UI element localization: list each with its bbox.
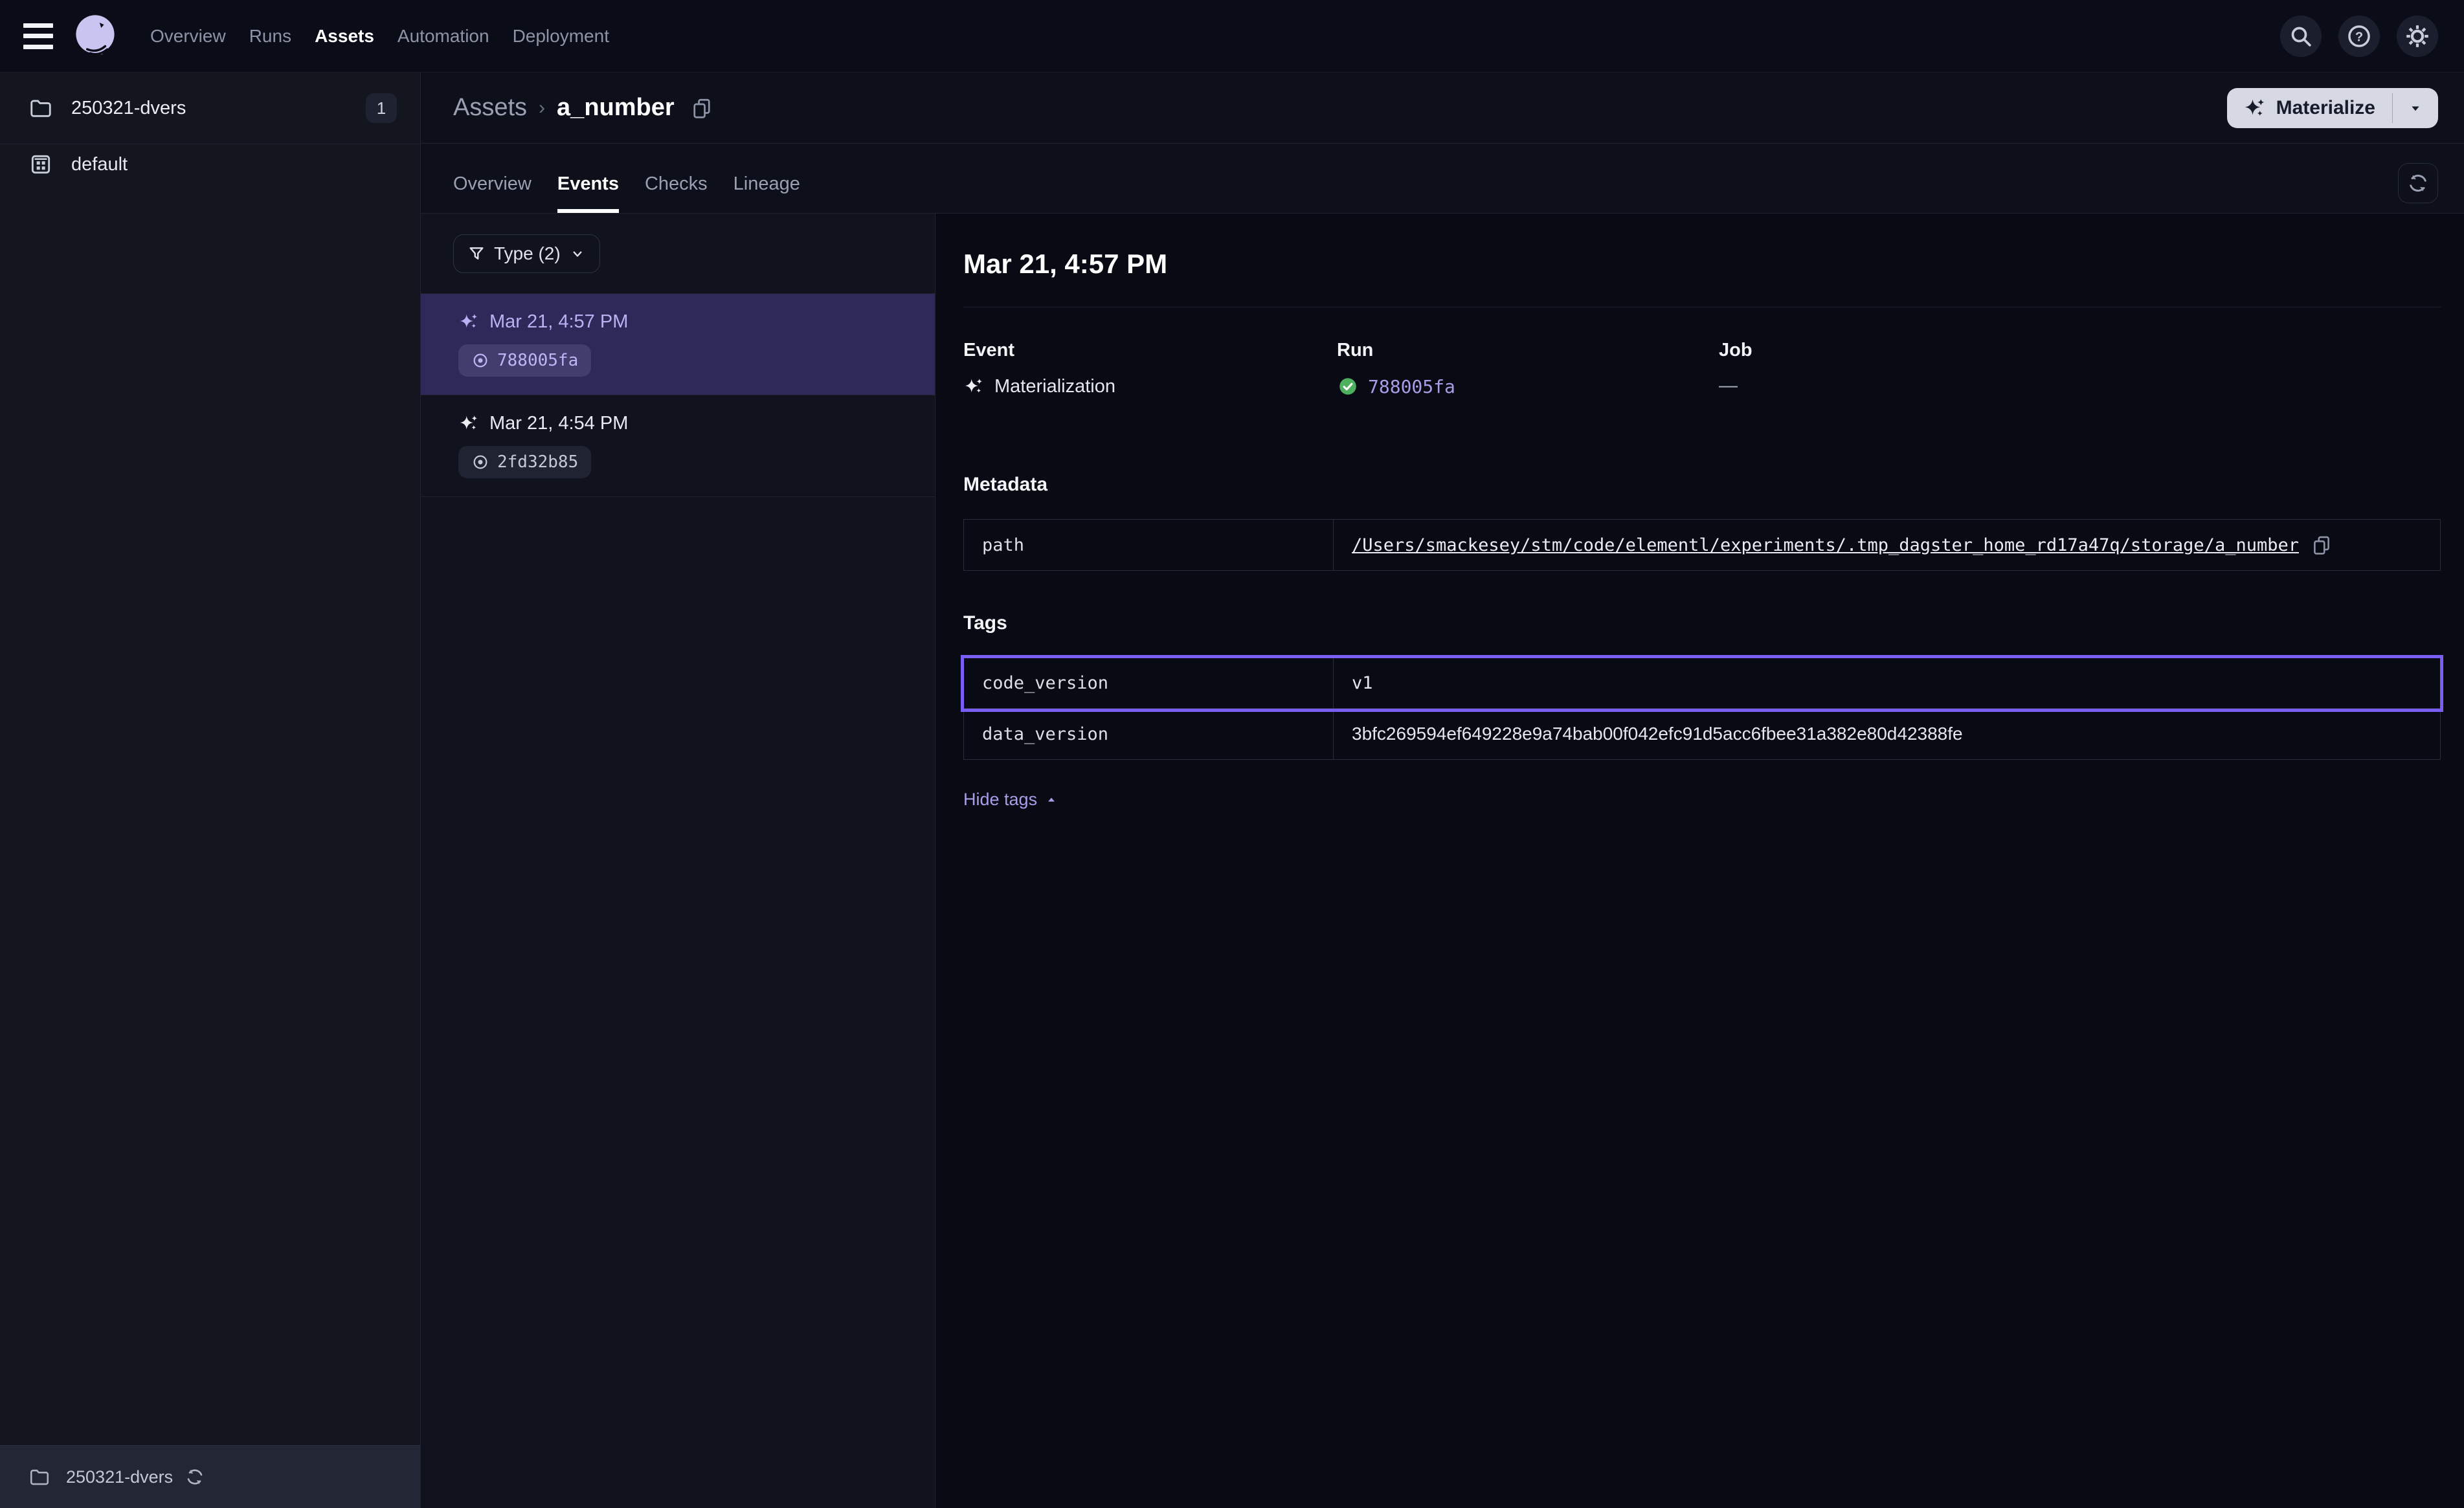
tab-events[interactable]: Events [557, 173, 619, 213]
refresh-button[interactable] [2398, 163, 2438, 203]
event-time-row: Mar 21, 4:57 PM [458, 311, 935, 333]
sync-icon[interactable] [185, 1467, 205, 1487]
asset-group-icon [28, 152, 53, 177]
triangle-up-icon [1044, 792, 1059, 808]
nav-item-assets[interactable]: Assets [315, 26, 374, 47]
dagster-logo-icon[interactable] [71, 12, 119, 60]
tag-value: v1 [1352, 673, 1373, 693]
folder-icon [28, 96, 53, 120]
breadcrumb-assets-link[interactable]: Assets [453, 94, 527, 122]
event-type-value: Materialization [994, 376, 1115, 397]
asset-tabs: Overview Events Checks Lineage [421, 144, 2464, 214]
materialization-sparkle-icon [963, 375, 985, 397]
materialization-sparkle-icon [458, 311, 480, 333]
nav-item-overview[interactable]: Overview [150, 26, 226, 47]
hide-tags-link[interactable]: Hide tags [963, 790, 1059, 810]
breadcrumb: Assets › a_number [453, 94, 713, 122]
settings-button[interactable] [2397, 16, 2438, 57]
job-value: — [1719, 375, 1738, 397]
sidebar-footer: 250321-dvers [0, 1445, 420, 1508]
tab-lineage[interactable]: Lineage [734, 173, 800, 213]
materialize-dropdown-button[interactable] [2393, 88, 2438, 128]
materialize-sparkle-icon [2244, 96, 2267, 120]
chevron-down-icon [568, 245, 587, 263]
top-nav-actions: ? [2280, 16, 2438, 57]
svg-text:?: ? [2355, 30, 2363, 44]
metadata-heading: Metadata [963, 474, 2441, 496]
page-title: a_number [557, 94, 675, 122]
top-nav: Overview Runs Assets Automation Deployme… [0, 0, 2464, 72]
asset-group-label: default [71, 154, 128, 175]
page-header: Assets › a_number Materialize [421, 72, 2464, 144]
tag-key: code_version [964, 658, 1334, 708]
copy-asset-name-button[interactable] [690, 96, 713, 120]
materialize-label: Materialize [2276, 97, 2375, 119]
tag-value: 3bfc269594ef649228e9a74bab00f042efc91d5a… [1352, 724, 1963, 744]
sidebar-item-code-location[interactable]: 250321-dvers 1 [0, 72, 420, 144]
materialization-sparkle-icon [458, 412, 480, 434]
type-filter-label: Type (2) [494, 243, 561, 264]
nav-item-automation[interactable]: Automation [398, 26, 489, 47]
copy-path-button[interactable] [2311, 534, 2333, 556]
run-column-label: Run [1337, 340, 1719, 361]
events-list-panel: Type (2) Mar 21, 4:57 PM [421, 214, 935, 1508]
help-button[interactable]: ? [2338, 16, 2380, 57]
breadcrumb-separator: › [539, 97, 545, 119]
type-filter-button[interactable]: Type (2) [453, 234, 600, 273]
table-row: path /Users/smackesey/stm/code/elementl/… [964, 520, 2440, 570]
hamburger-menu-icon[interactable] [23, 23, 53, 49]
event-list-item[interactable]: Mar 21, 4:54 PM 2fd32b85 [421, 395, 935, 497]
materialize-button[interactable]: Materialize [2227, 88, 2392, 128]
gear-icon [2404, 23, 2431, 50]
event-column-label: Event [963, 340, 1337, 361]
event-timestamp: Mar 21, 4:57 PM [489, 311, 628, 333]
caret-down-icon [2406, 98, 2425, 118]
metadata-path-link[interactable]: /Users/smackesey/stm/code/elementl/exper… [1352, 535, 2299, 555]
sidebar: 250321-dvers 1 default 250321-dvers [0, 72, 421, 1508]
search-icon [2288, 23, 2314, 49]
event-time-row: Mar 21, 4:54 PM [458, 412, 935, 434]
nav-links: Overview Runs Assets Automation Deployme… [150, 26, 609, 47]
event-detail-panel: Mar 21, 4:57 PM Event Materialization [935, 214, 2464, 1508]
table-row-data-version: data_version 3bfc269594ef649228e9a74bab0… [964, 709, 2440, 759]
tags-table: code_version v1 data_version 3bfc269594e… [963, 658, 2441, 760]
table-row-code-version: code_version v1 [964, 658, 2440, 709]
tab-overview[interactable]: Overview [453, 173, 532, 213]
sidebar-item-default-group[interactable]: default [0, 144, 420, 184]
events-filter-row: Type (2) [421, 214, 935, 294]
metadata-table: path /Users/smackesey/stm/code/elementl/… [963, 519, 2441, 571]
event-list-item[interactable]: Mar 21, 4:57 PM 788005fa [421, 294, 935, 395]
run-id-badge[interactable]: 788005fa [458, 344, 591, 377]
asset-count-badge: 1 [366, 93, 397, 123]
footer-location-label: 250321-dvers [66, 1467, 173, 1487]
run-circle-dot-icon [471, 351, 489, 370]
help-icon: ? [2346, 23, 2373, 50]
refresh-icon [2406, 172, 2430, 195]
run-id-text: 2fd32b85 [497, 452, 578, 472]
tags-heading: Tags [963, 612, 2441, 634]
filter-funnel-icon [467, 244, 486, 263]
run-id-link[interactable]: 788005fa [1368, 376, 1455, 397]
tag-key: data_version [964, 709, 1334, 759]
tab-checks[interactable]: Checks [645, 173, 708, 213]
metadata-key: path [964, 520, 1334, 570]
run-circle-dot-icon [471, 453, 489, 471]
run-id-text: 788005fa [497, 351, 578, 370]
run-success-check-icon [1337, 375, 1359, 397]
nav-item-deployment[interactable]: Deployment [513, 26, 609, 47]
code-location-label: 250321-dvers [71, 98, 186, 119]
event-detail-title: Mar 21, 4:57 PM [963, 249, 2441, 280]
app-root: Overview Runs Assets Automation Deployme… [0, 0, 2464, 1508]
hide-tags-label: Hide tags [963, 790, 1037, 810]
event-run-job-section: Event Materialization Run [963, 340, 2441, 397]
folder-icon [28, 1466, 50, 1488]
event-timestamp: Mar 21, 4:54 PM [489, 413, 628, 434]
nav-item-runs[interactable]: Runs [249, 26, 291, 47]
search-button[interactable] [2280, 16, 2322, 57]
run-id-badge[interactable]: 2fd32b85 [458, 446, 591, 478]
materialize-button-group: Materialize [2227, 88, 2438, 128]
job-column-label: Job [1719, 340, 2441, 361]
